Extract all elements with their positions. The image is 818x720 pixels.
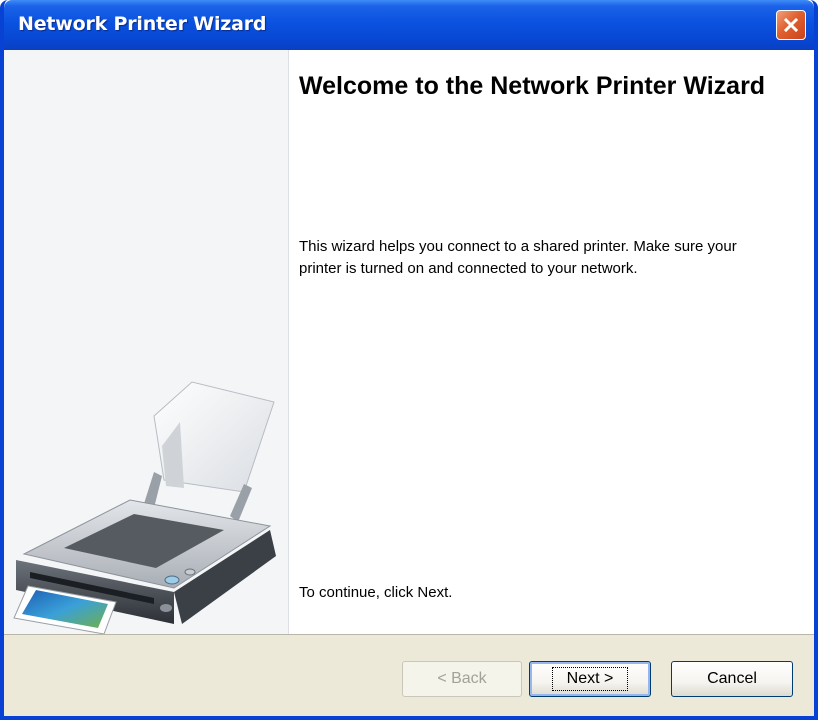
- continue-instruction: To continue, click Next.: [299, 584, 453, 601]
- page-title: Welcome to the Network Printer Wizard: [299, 72, 766, 100]
- back-button-label: < Back: [437, 670, 487, 687]
- printer-icon: [13, 381, 276, 634]
- cancel-button[interactable]: Cancel: [671, 661, 793, 697]
- back-button[interactable]: < Back: [402, 661, 522, 697]
- button-bar: < Back Next > Cancel: [4, 634, 814, 716]
- window-title: Network Printer Wizard: [18, 13, 267, 35]
- wizard-side-panel: [4, 50, 289, 634]
- cancel-button-label: Cancel: [707, 670, 757, 687]
- wizard-content: Welcome to the Network Printer Wizard Th…: [289, 50, 814, 634]
- next-button[interactable]: Next >: [529, 661, 651, 697]
- close-button[interactable]: [776, 10, 806, 40]
- wizard-description: This wizard helps you connect to a share…: [299, 238, 737, 277]
- next-button-label: Next >: [551, 667, 629, 691]
- close-icon: [783, 17, 799, 33]
- title-bar[interactable]: Network Printer Wizard: [4, 0, 814, 50]
- wizard-window: Network Printer Wizard Welcome to the Ne…: [0, 0, 818, 720]
